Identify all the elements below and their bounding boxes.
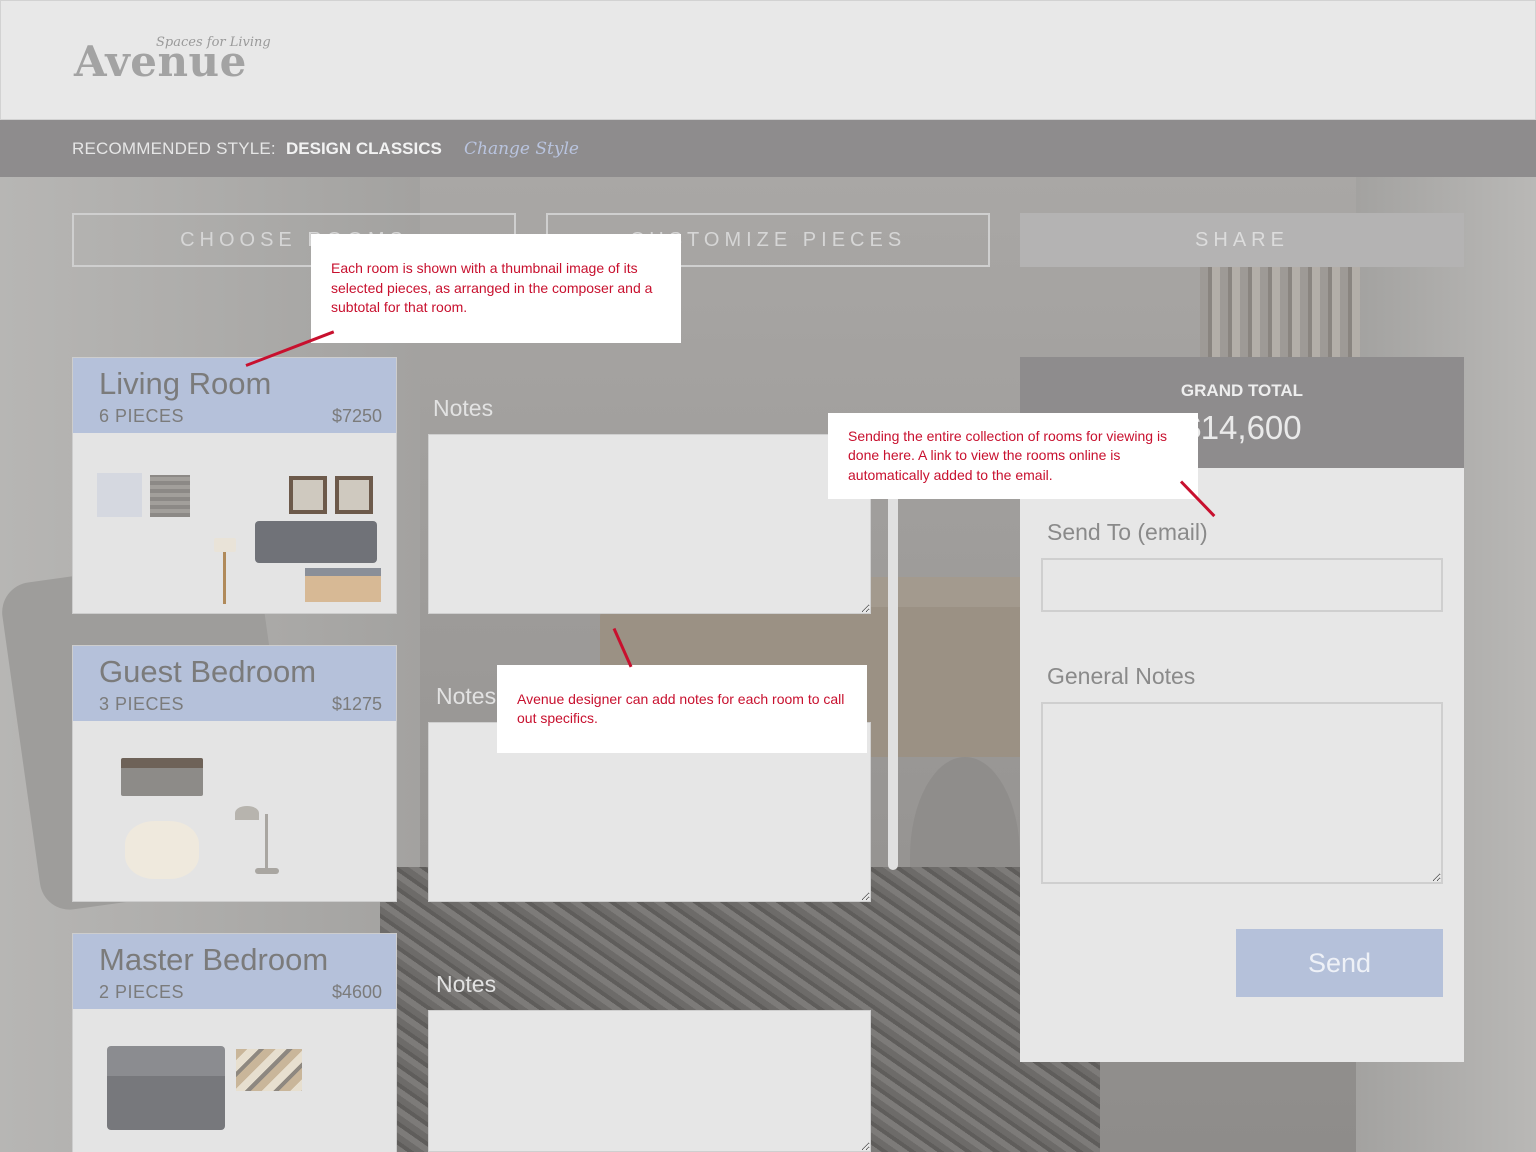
grand-total-label: GRAND TOTAL: [1180, 381, 1304, 400]
notes-label: Notes: [436, 683, 497, 709]
wall-art-thumbnail: [236, 1049, 302, 1091]
style-label: RECOMMENDED STYLE:: [72, 139, 276, 158]
room-name: Living Room: [99, 366, 272, 401]
annotation-send: Sending the entire collection of rooms f…: [828, 413, 1198, 499]
room-card-master-bedroom[interactable]: Master Bedroom 2 PIECES $4600: [72, 933, 397, 1152]
room-header: Living Room 6 PIECES $7250: [73, 358, 396, 433]
notes-label: Notes: [436, 971, 497, 997]
change-style-link[interactable]: Change Style: [464, 139, 579, 159]
logo[interactable]: Avenue: [74, 37, 247, 86]
room-header: Master Bedroom 2 PIECES $4600: [73, 934, 396, 1009]
framed-art-thumbnail: [335, 476, 373, 514]
bed-thumbnail: [107, 1046, 225, 1130]
floor-lamp-thumbnail: [214, 538, 236, 552]
style-bar: RECOMMENDED STYLE: DESIGN CLASSICS Chang…: [0, 120, 1536, 177]
room-card-living-room[interactable]: Living Room 6 PIECES $7250: [72, 357, 397, 614]
annotation-rooms: Each room is shown with a thumbnail imag…: [311, 234, 681, 343]
annotation-notes: Avenue designer can add notes for each r…: [497, 665, 867, 753]
desk-lamp-thumbnail: [265, 814, 268, 870]
sofa-thumbnail: [255, 521, 377, 563]
sheepskin-rug-thumbnail: [125, 821, 199, 879]
style-value: DESIGN CLASSICS: [286, 139, 442, 158]
desk-lamp-thumbnail: [255, 868, 279, 874]
room-subtotal: $7250: [331, 406, 382, 426]
scrollbar[interactable]: [888, 490, 898, 870]
room-name: Master Bedroom: [99, 942, 329, 977]
bed-thumbnail: [121, 758, 203, 796]
room-header: Guest Bedroom 3 PIECES $1275: [73, 646, 396, 721]
notes-label: Notes: [433, 395, 494, 421]
room-name: Guest Bedroom: [99, 654, 317, 689]
send-button[interactable]: Send: [1236, 929, 1443, 997]
desk-lamp-thumbnail: [235, 806, 259, 820]
framed-art-thumbnail: [289, 476, 327, 514]
floor-lamp-thumbnail: [223, 552, 226, 604]
room-piece-count: 2 PIECES: [99, 982, 185, 1002]
general-notes-field[interactable]: [1041, 702, 1443, 884]
room-subtotal: $4600: [331, 982, 382, 1002]
site-header: Spaces for Living Avenue: [0, 0, 1536, 120]
coffee-table-thumbnail: [305, 568, 381, 602]
tab-share[interactable]: SHARE: [1020, 213, 1464, 267]
swatch-thumbnail: [97, 473, 142, 517]
living-room-notes-field[interactable]: [428, 434, 871, 614]
send-to-label: Send To (email): [1047, 519, 1208, 545]
master-bedroom-notes-field[interactable]: [428, 1010, 871, 1152]
general-notes-label: General Notes: [1047, 663, 1196, 689]
room-subtotal: $1275: [331, 694, 382, 714]
rug-thumbnail: [150, 475, 190, 517]
room-piece-count: 6 PIECES: [99, 406, 185, 426]
email-field[interactable]: [1041, 558, 1443, 612]
room-card-guest-bedroom[interactable]: Guest Bedroom 3 PIECES $1275: [72, 645, 397, 902]
room-piece-count: 3 PIECES: [99, 694, 185, 714]
